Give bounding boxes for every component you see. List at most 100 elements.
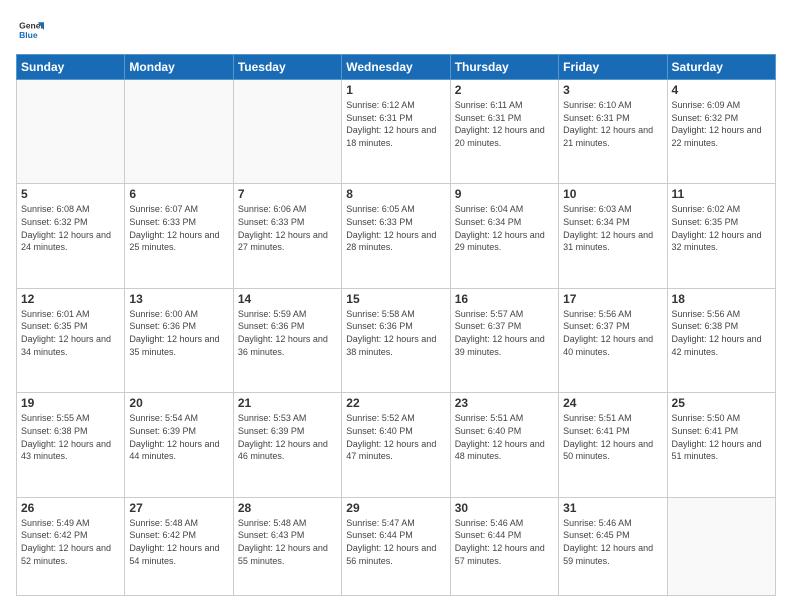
svg-text:Blue: Blue [19, 30, 38, 40]
calendar-cell: 23 Sunrise: 5:51 AMSunset: 6:40 PMDayligh… [450, 393, 558, 497]
day-info: Sunrise: 5:48 AMSunset: 6:43 PMDaylight:… [238, 517, 337, 567]
day-number: 25 [672, 396, 771, 410]
weekday-header-friday: Friday [559, 55, 667, 80]
day-number: 18 [672, 292, 771, 306]
calendar-cell: 11Sunrise: 6:02 AMSunset: 6:35 PMDayligh… [667, 184, 775, 288]
calendar-cell: 1Sunrise: 6:12 AMSunset: 6:31 PMDaylight… [342, 80, 450, 184]
calendar-cell: 15Sunrise: 5:58 AMSunset: 6:36 PMDayligh… [342, 288, 450, 392]
day-number: 2 [455, 83, 554, 97]
day-info: Sunrise: 5:51 AMSunset: 6:40 PMDaylight:… [455, 412, 554, 462]
calendar-cell: 12 Sunrise: 6:01 AMSunset: 6:35 PMDayligh… [17, 288, 125, 392]
calendar-cell: 16 Sunrise: 5:57 AMSunset: 6:37 PMDayligh… [450, 288, 558, 392]
day-number: 29 [346, 501, 445, 515]
day-info: Sunrise: 5:46 AMSunset: 6:45 PMDaylight:… [563, 517, 662, 567]
calendar-cell: 29 Sunrise: 5:47 AMSunset: 6:44 PMDayligh… [342, 497, 450, 595]
calendar-cell: 5 Sunrise: 6:08 AMSunset: 6:32 PMDaylight… [17, 184, 125, 288]
calendar-cell: 19Sunrise: 5:55 AMSunset: 6:38 PMDayligh… [17, 393, 125, 497]
calendar-cell: 7 Sunrise: 6:06 AMSunset: 6:33 PMDaylight… [233, 184, 341, 288]
weekday-header-monday: Monday [125, 55, 233, 80]
day-info: Sunrise: 5:47 AMSunset: 6:44 PMDaylight:… [346, 517, 445, 567]
day-info: Sunrise: 5:50 AMSunset: 6:41 PMDaylight:… [672, 412, 771, 462]
calendar-cell: 13 Sunrise: 6:00 AMSunset: 6:36 PMDayligh… [125, 288, 233, 392]
calendar-week-row: 19Sunrise: 5:55 AMSunset: 6:38 PMDayligh… [17, 393, 776, 497]
day-info: Sunrise: 6:01 AMSunset: 6:35 PMDaylight:… [21, 308, 120, 358]
calendar-cell: 3 Sunrise: 6:10 AMSunset: 6:31 PMDaylight… [559, 80, 667, 184]
day-info: Sunrise: 5:59 AMSunset: 6:36 PMDaylight:… [238, 308, 337, 358]
calendar-cell: 8 Sunrise: 6:05 AMSunset: 6:33 PMDaylight… [342, 184, 450, 288]
page-header: General Blue [16, 16, 776, 44]
calendar-cell: 18Sunrise: 5:56 AMSunset: 6:38 PMDayligh… [667, 288, 775, 392]
day-info: Sunrise: 5:51 AMSunset: 6:41 PMDaylight:… [563, 412, 662, 462]
day-info: Sunrise: 5:56 AMSunset: 6:37 PMDaylight:… [563, 308, 662, 358]
day-info: Sunrise: 5:54 AMSunset: 6:39 PMDaylight:… [129, 412, 228, 462]
calendar-table: SundayMondayTuesdayWednesdayThursdayFrid… [16, 54, 776, 596]
day-number: 6 [129, 187, 228, 201]
day-info: Sunrise: 5:57 AMSunset: 6:37 PMDaylight:… [455, 308, 554, 358]
calendar-cell: 14 Sunrise: 5:59 AMSunset: 6:36 PMDayligh… [233, 288, 341, 392]
day-number: 13 [129, 292, 228, 306]
day-info: Sunrise: 6:08 AMSunset: 6:32 PMDaylight:… [21, 203, 120, 253]
day-info: Sunrise: 5:53 AMSunset: 6:39 PMDaylight:… [238, 412, 337, 462]
day-info: Sunrise: 6:05 AMSunset: 6:33 PMDaylight:… [346, 203, 445, 253]
svg-text:General: General [19, 20, 44, 30]
day-number: 1 [346, 83, 445, 97]
calendar-cell [125, 80, 233, 184]
day-number: 16 [455, 292, 554, 306]
calendar-cell: 20 Sunrise: 5:54 AMSunset: 6:39 PMDayligh… [125, 393, 233, 497]
day-number: 9 [455, 187, 554, 201]
calendar-cell: 10 Sunrise: 6:03 AMSunset: 6:34 PMDayligh… [559, 184, 667, 288]
day-number: 22 [346, 396, 445, 410]
day-number: 7 [238, 187, 337, 201]
day-info: Sunrise: 6:00 AMSunset: 6:36 PMDaylight:… [129, 308, 228, 358]
day-info: Sunrise: 6:06 AMSunset: 6:33 PMDaylight:… [238, 203, 337, 253]
weekday-header-sunday: Sunday [17, 55, 125, 80]
day-number: 24 [563, 396, 662, 410]
day-info: Sunrise: 5:49 AMSunset: 6:42 PMDaylight:… [21, 517, 120, 567]
day-number: 21 [238, 396, 337, 410]
calendar-cell [233, 80, 341, 184]
calendar-cell: 4 Sunrise: 6:09 AMSunset: 6:32 PMDaylight… [667, 80, 775, 184]
day-number: 30 [455, 501, 554, 515]
day-number: 20 [129, 396, 228, 410]
calendar-week-row: 1Sunrise: 6:12 AMSunset: 6:31 PMDaylight… [17, 80, 776, 184]
day-info: Sunrise: 6:07 AMSunset: 6:33 PMDaylight:… [129, 203, 228, 253]
day-number: 8 [346, 187, 445, 201]
calendar-cell: 6 Sunrise: 6:07 AMSunset: 6:33 PMDaylight… [125, 184, 233, 288]
day-number: 17 [563, 292, 662, 306]
calendar-cell: 2 Sunrise: 6:11 AMSunset: 6:31 PMDaylight… [450, 80, 558, 184]
day-number: 5 [21, 187, 120, 201]
day-info: Sunrise: 6:03 AMSunset: 6:34 PMDaylight:… [563, 203, 662, 253]
logo: General Blue [16, 16, 48, 44]
day-number: 31 [563, 501, 662, 515]
calendar-cell: 17 Sunrise: 5:56 AMSunset: 6:37 PMDayligh… [559, 288, 667, 392]
calendar-cell [667, 497, 775, 595]
day-info: Sunrise: 6:10 AMSunset: 6:31 PMDaylight:… [563, 99, 662, 149]
day-number: 4 [672, 83, 771, 97]
day-info: Sunrise: 6:02 AMSunset: 6:35 PMDaylight:… [672, 203, 771, 253]
calendar-week-row: 26 Sunrise: 5:49 AMSunset: 6:42 PMDayligh… [17, 497, 776, 595]
day-number: 15 [346, 292, 445, 306]
weekday-header-row: SundayMondayTuesdayWednesdayThursdayFrid… [17, 55, 776, 80]
day-number: 26 [21, 501, 120, 515]
day-info: Sunrise: 5:55 AMSunset: 6:38 PMDaylight:… [21, 412, 120, 462]
day-number: 10 [563, 187, 662, 201]
day-number: 3 [563, 83, 662, 97]
day-info: Sunrise: 5:52 AMSunset: 6:40 PMDaylight:… [346, 412, 445, 462]
calendar-cell: 28Sunrise: 5:48 AMSunset: 6:43 PMDayligh… [233, 497, 341, 595]
day-info: Sunrise: 6:11 AMSunset: 6:31 PMDaylight:… [455, 99, 554, 149]
calendar-cell: 21 Sunrise: 5:53 AMSunset: 6:39 PMDayligh… [233, 393, 341, 497]
calendar-cell: 9 Sunrise: 6:04 AMSunset: 6:34 PMDaylight… [450, 184, 558, 288]
day-info: Sunrise: 6:04 AMSunset: 6:34 PMDaylight:… [455, 203, 554, 253]
day-number: 14 [238, 292, 337, 306]
day-number: 12 [21, 292, 120, 306]
day-info: Sunrise: 6:09 AMSunset: 6:32 PMDaylight:… [672, 99, 771, 149]
day-number: 27 [129, 501, 228, 515]
calendar-week-row: 12 Sunrise: 6:01 AMSunset: 6:35 PMDayligh… [17, 288, 776, 392]
day-info: Sunrise: 5:48 AMSunset: 6:42 PMDaylight:… [129, 517, 228, 567]
calendar-cell: 24 Sunrise: 5:51 AMSunset: 6:41 PMDayligh… [559, 393, 667, 497]
day-number: 23 [455, 396, 554, 410]
weekday-header-thursday: Thursday [450, 55, 558, 80]
weekday-header-saturday: Saturday [667, 55, 775, 80]
calendar-week-row: 5 Sunrise: 6:08 AMSunset: 6:32 PMDaylight… [17, 184, 776, 288]
calendar-cell: 25 Sunrise: 5:50 AMSunset: 6:41 PMDayligh… [667, 393, 775, 497]
